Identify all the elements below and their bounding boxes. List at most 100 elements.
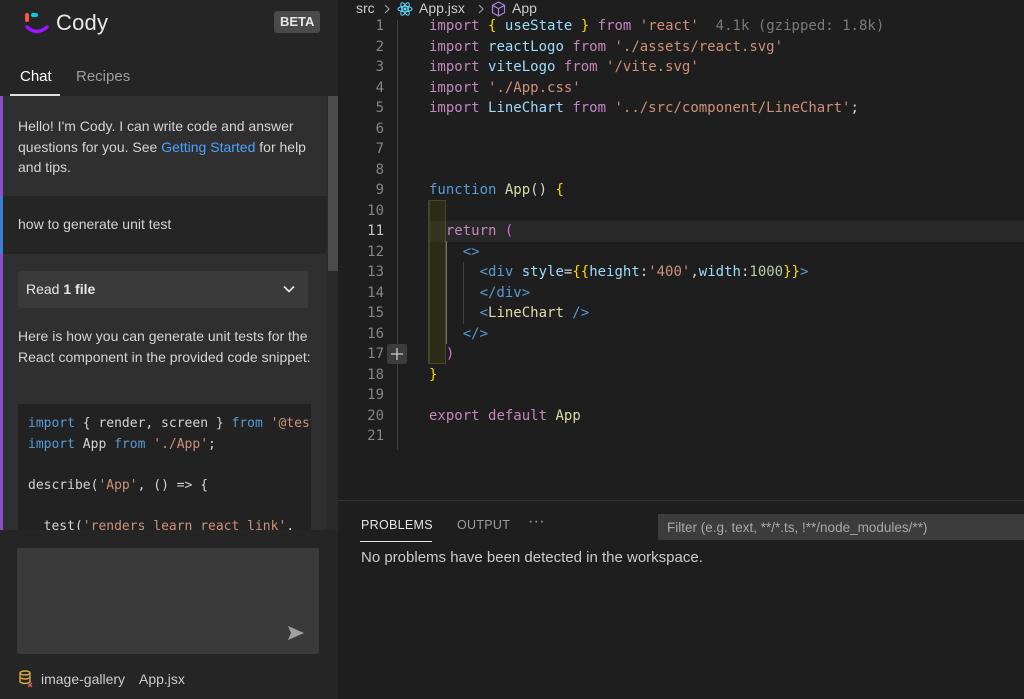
code-line[interactable]: export default App: [429, 406, 581, 427]
code-line[interactable]: </div>: [429, 283, 531, 304]
code-token: ,: [690, 264, 699, 280]
add-icon[interactable]: [387, 344, 407, 364]
tab-problems[interactable]: PROBLEMS: [361, 518, 433, 532]
bottom-panel: PROBLEMS OUTPUT ··· No problems have bee…: [338, 500, 1024, 699]
line-number: 5: [375, 100, 384, 116]
code-token: import: [429, 79, 480, 96]
line-number: 2: [375, 38, 384, 55]
code-token: from: [563, 59, 598, 75]
code-token: import: [28, 436, 75, 452]
getting-started-link[interactable]: Getting Started: [161, 139, 255, 155]
chat-transcript[interactable]: Hello! I'm Cody. I can write code and an…: [0, 96, 326, 530]
line-number: 9: [375, 182, 384, 198]
line-number: 21: [367, 428, 384, 444]
breadcrumb-file[interactable]: App.jsx: [419, 0, 465, 16]
line-number: 1: [375, 18, 384, 34]
code-token: import: [28, 416, 75, 431]
line-number: 20: [367, 407, 384, 424]
code-token: ,: [286, 518, 295, 531]
code-token: 4.1k (gzipped: 1.8k): [698, 18, 885, 34]
code-token: (): [530, 182, 556, 198]
line-number: 6: [375, 120, 384, 137]
greeting-text: Hello! I'm Cody. I can write code and an…: [18, 116, 318, 178]
breadcrumb-symbol[interactable]: App: [512, 0, 537, 16]
code-token: default: [488, 407, 548, 424]
code-token: reactLogo: [488, 38, 564, 55]
code-token: :: [639, 264, 649, 280]
code-token: '../src/component/LineChart': [614, 100, 851, 116]
code-snippet[interactable]: import { render, screen } from '@testing…: [18, 404, 311, 530]
code-token: import: [429, 38, 480, 55]
code-token: App: [74, 436, 115, 452]
user-message: how to generate unit test: [0, 196, 326, 254]
code-token: from: [597, 18, 632, 34]
code-token: LineChart: [488, 305, 564, 321]
more-icon[interactable]: ···: [528, 513, 545, 531]
problems-message: No problems have been detected in the wo…: [361, 549, 703, 566]
code-line[interactable]: import viteLogo from '/vite.svg': [429, 57, 699, 78]
code-token: 'App': [98, 477, 138, 493]
context-repo: image-gallery: [41, 671, 126, 687]
code-line[interactable]: <LineChart />: [429, 303, 590, 324]
read-files-toggle[interactable]: Read 1 file: [18, 271, 308, 308]
line-number: 19: [367, 387, 384, 403]
line-number: 18: [367, 366, 384, 383]
tab-output[interactable]: OUTPUT: [457, 518, 510, 532]
code-token: from: [231, 416, 263, 431]
code-line[interactable]: import LineChart from '../src/component/…: [429, 98, 859, 119]
code-line[interactable]: ): [429, 344, 454, 365]
tab-recipes[interactable]: Recipes: [76, 68, 130, 85]
beta-badge: BETA: [274, 11, 321, 33]
react-icon: [397, 2, 413, 16]
code-token: ;: [850, 100, 859, 116]
code-line[interactable]: <div style={{height:'400',width:1000}}>: [429, 262, 809, 283]
code-token: { render, screen }: [74, 416, 232, 431]
send-icon[interactable]: [287, 625, 305, 641]
code-token: '@testing-library/react': [270, 416, 311, 431]
line-number: 3: [375, 59, 384, 75]
cody-tabs: Chat Recipes: [0, 60, 338, 96]
line-number: 16: [367, 325, 384, 342]
breadcrumb-folder[interactable]: src: [356, 0, 375, 16]
code-line[interactable]: }: [429, 365, 437, 386]
code-token: >: [799, 264, 809, 280]
code-editor[interactable]: src App.jsx App 1 import { useState } fro…: [338, 0, 1024, 500]
context-file: App.jsx: [139, 671, 185, 687]
code-token: import: [429, 100, 480, 116]
problems-filter-input[interactable]: [658, 514, 1024, 540]
code-line[interactable]: function App() {: [429, 180, 564, 201]
code-line[interactable]: <>: [429, 242, 480, 263]
line-number: 13: [367, 264, 384, 280]
code-token: './App': [153, 436, 209, 452]
cody-logo-icon: [25, 13, 49, 34]
line-number: 4: [375, 79, 384, 96]
code-line[interactable]: return (: [429, 221, 513, 242]
line-number: 15: [367, 305, 384, 321]
code-line[interactable]: import reactLogo from './assets/react.sv…: [429, 37, 783, 58]
read-files-label: Read 1 file: [26, 281, 95, 297]
code-token: ): [445, 346, 455, 362]
symbol-cube-icon: [491, 1, 506, 17]
code-line[interactable]: </>: [429, 324, 488, 345]
current-line-highlight: [429, 221, 1024, 242]
code-token: {: [555, 182, 564, 198]
code-token: <: [479, 305, 489, 321]
code-token: export: [429, 407, 480, 424]
code-token: style: [521, 264, 564, 280]
code-line[interactable]: import { useState } from 'react' 4.1k (g…: [429, 16, 884, 37]
code-token: App: [504, 182, 531, 198]
code-line[interactable]: import './App.css': [429, 78, 581, 99]
user-message-text: how to generate unit test: [18, 216, 172, 232]
snippet-line: [28, 496, 311, 517]
tab-chat[interactable]: Chat: [20, 68, 52, 85]
code-token: return: [445, 223, 497, 239]
scrollbar-thumb[interactable]: [328, 96, 338, 271]
code-token: }}: [783, 264, 800, 280]
chat-input[interactable]: [17, 548, 319, 654]
